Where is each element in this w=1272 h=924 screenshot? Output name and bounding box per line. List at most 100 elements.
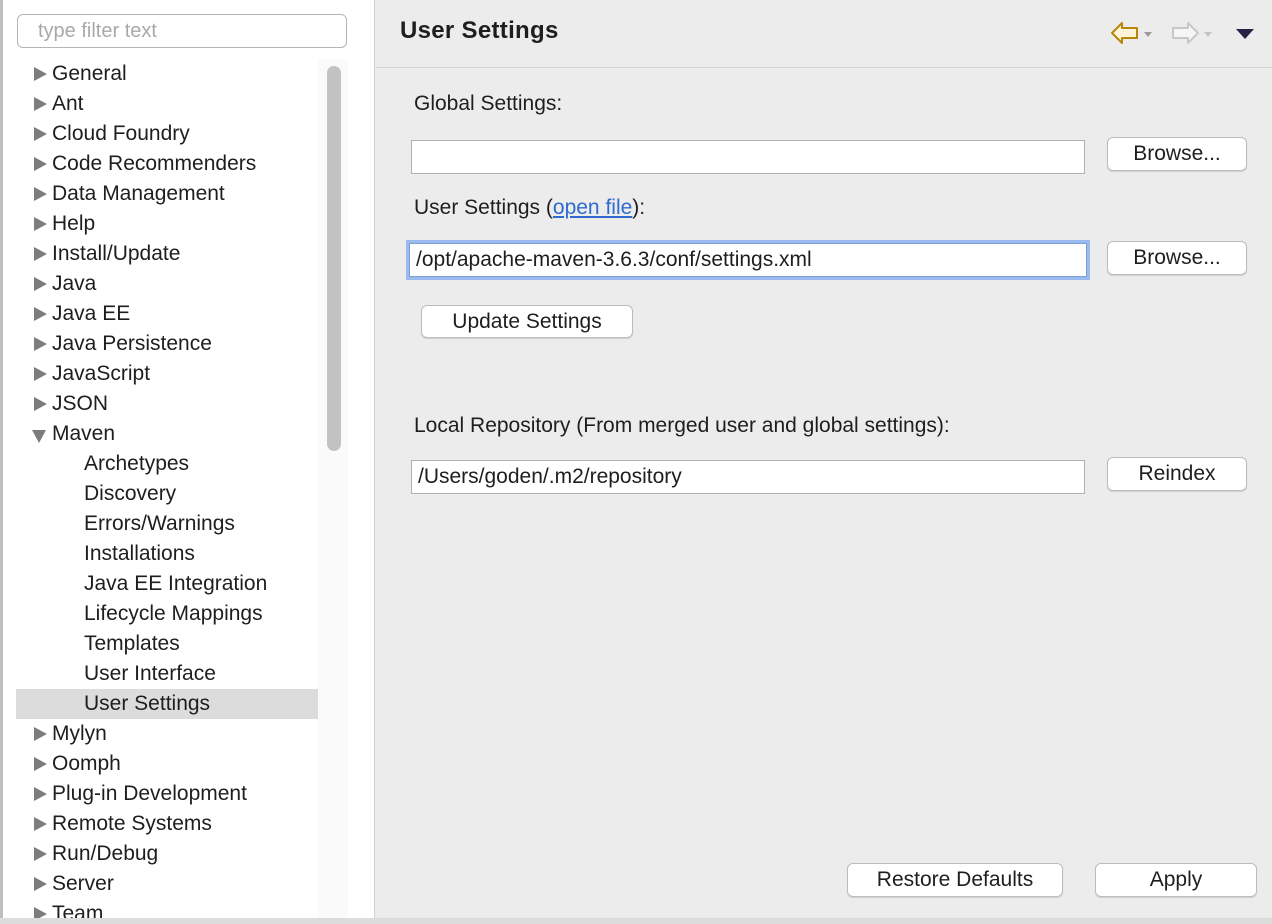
page-title: User Settings bbox=[400, 17, 559, 44]
collapsed-triangle-icon[interactable] bbox=[34, 367, 47, 381]
collapsed-triangle-icon[interactable] bbox=[34, 247, 47, 261]
tree-item[interactable]: Maven bbox=[16, 419, 318, 449]
preferences-navigation-pane: General Ant Cloud Foundry Code Recommenders… bbox=[0, 0, 375, 924]
tree-item-label: General bbox=[52, 62, 127, 85]
collapsed-triangle-icon[interactable] bbox=[34, 727, 47, 741]
collapsed-triangle-icon[interactable] bbox=[34, 337, 47, 351]
tree-item-label: Templates bbox=[84, 632, 180, 655]
collapsed-triangle-icon[interactable] bbox=[34, 217, 47, 231]
tree-item[interactable]: Ant bbox=[16, 89, 318, 119]
tree-item[interactable]: Help bbox=[16, 209, 318, 239]
global-settings-field[interactable] bbox=[411, 140, 1085, 174]
collapsed-triangle-icon[interactable] bbox=[34, 187, 47, 201]
tree-item-label: JSON bbox=[52, 392, 109, 415]
tree-item-label: Java bbox=[52, 272, 97, 295]
tree-item[interactable]: Discovery bbox=[16, 479, 318, 509]
tree-item[interactable]: Data Management bbox=[16, 179, 318, 209]
tree-item[interactable]: Remote Systems bbox=[16, 809, 318, 839]
tree-item[interactable]: User Settings bbox=[16, 689, 318, 719]
tree-item-label: Plug-in Development bbox=[52, 782, 247, 805]
tree-item[interactable]: Java Persistence bbox=[16, 329, 318, 359]
tree-item-label: User Settings bbox=[84, 692, 211, 715]
back-history-dropdown-icon[interactable] bbox=[1144, 32, 1152, 37]
collapsed-triangle-icon[interactable] bbox=[34, 307, 47, 321]
local-repository-label: Local Repository (From merged user and g… bbox=[414, 414, 950, 437]
tree-item-label: Java Persistence bbox=[52, 332, 212, 355]
collapsed-triangle-icon[interactable] bbox=[34, 97, 47, 111]
tree-item[interactable]: Archetypes bbox=[16, 449, 318, 479]
tree-item[interactable]: User Interface bbox=[16, 659, 318, 689]
window-border bbox=[0, 0, 3, 924]
global-settings-label: Global Settings: bbox=[414, 92, 563, 115]
collapsed-triangle-icon[interactable] bbox=[34, 757, 47, 771]
tree-item-label: Java EE bbox=[52, 302, 131, 325]
user-settings-field[interactable]: /opt/apache-maven-3.6.3/conf/settings.xm… bbox=[409, 243, 1087, 277]
expanded-triangle-icon[interactable] bbox=[32, 430, 46, 443]
user-browse-button[interactable]: Browse... bbox=[1107, 241, 1247, 275]
collapsed-triangle-icon[interactable] bbox=[34, 787, 47, 801]
tree-item[interactable]: Install/Update bbox=[16, 239, 318, 269]
page-header: User Settings bbox=[376, 0, 1272, 68]
collapsed-triangle-icon[interactable] bbox=[34, 277, 47, 291]
reindex-button[interactable]: Reindex bbox=[1107, 457, 1247, 491]
tree-item-label: Oomph bbox=[52, 752, 121, 775]
local-repository-field: /Users/goden/.m2/repository bbox=[411, 460, 1085, 494]
collapsed-triangle-icon[interactable] bbox=[34, 67, 47, 81]
global-browse-button[interactable]: Browse... bbox=[1107, 137, 1247, 171]
forward-history-dropdown-icon[interactable] bbox=[1204, 32, 1212, 37]
tree-item[interactable]: Code Recommenders bbox=[16, 149, 318, 179]
tree-item[interactable]: Java bbox=[16, 269, 318, 299]
tree-item-label: Lifecycle Mappings bbox=[84, 602, 263, 625]
tree-item[interactable]: Templates bbox=[16, 629, 318, 659]
tree-item-label: Mylyn bbox=[52, 722, 107, 745]
tree-item[interactable]: Installations bbox=[16, 539, 318, 569]
window-bottom-border bbox=[0, 918, 1272, 924]
tree-item-label: Server bbox=[52, 872, 114, 895]
collapsed-triangle-icon[interactable] bbox=[34, 847, 47, 861]
update-settings-button[interactable]: Update Settings bbox=[421, 305, 633, 338]
preferences-tree: General Ant Cloud Foundry Code Recommenders… bbox=[16, 59, 318, 924]
back-arrow-icon[interactable] bbox=[1110, 20, 1140, 46]
tree-item[interactable]: Plug-in Development bbox=[16, 779, 318, 809]
tree-item-label: Java EE Integration bbox=[84, 572, 268, 595]
tree-item-label: Maven bbox=[52, 422, 116, 445]
user-settings-label-suffix: ): bbox=[632, 196, 646, 219]
tree-item-label: User Interface bbox=[84, 662, 216, 685]
tree-item-label: Data Management bbox=[52, 182, 225, 205]
collapsed-triangle-icon[interactable] bbox=[34, 877, 47, 891]
collapsed-triangle-icon[interactable] bbox=[34, 157, 47, 171]
tree-item[interactable]: Server bbox=[16, 869, 318, 899]
tree-item[interactable]: Java EE bbox=[16, 299, 318, 329]
tree-item-label: Help bbox=[52, 212, 96, 235]
tree-item[interactable]: Cloud Foundry bbox=[16, 119, 318, 149]
collapsed-triangle-icon[interactable] bbox=[34, 127, 47, 141]
tree-item[interactable]: JSON bbox=[16, 389, 318, 419]
tree-item[interactable]: Run/Debug bbox=[16, 839, 318, 869]
collapsed-triangle-icon[interactable] bbox=[34, 397, 47, 411]
preference-page: User Settings Global Settings: Browse...… bbox=[376, 0, 1272, 924]
user-settings-label: User Settings (open file): bbox=[414, 195, 645, 221]
tree-item[interactable]: General bbox=[16, 59, 318, 89]
view-menu-icon[interactable] bbox=[1236, 29, 1254, 39]
tree-item-label: Errors/Warnings bbox=[84, 512, 235, 535]
tree-item-label: Discovery bbox=[84, 482, 177, 505]
tree-item[interactable]: Java EE Integration bbox=[16, 569, 318, 599]
collapsed-triangle-icon[interactable] bbox=[34, 817, 47, 831]
tree-item-label: Install/Update bbox=[52, 242, 181, 265]
tree-item[interactable]: Errors/Warnings bbox=[16, 509, 318, 539]
tree-item[interactable]: Mylyn bbox=[16, 719, 318, 749]
restore-defaults-button[interactable]: Restore Defaults bbox=[847, 863, 1063, 897]
forward-arrow-icon[interactable] bbox=[1170, 20, 1200, 46]
filter-input[interactable] bbox=[17, 14, 347, 48]
tree-item-label: Code Recommenders bbox=[52, 152, 257, 175]
tree-item[interactable]: JavaScript bbox=[16, 359, 318, 389]
tree-item-label: Installations bbox=[84, 542, 195, 565]
user-settings-label-prefix: User Settings ( bbox=[414, 196, 553, 219]
tree-item-label: JavaScript bbox=[52, 362, 151, 385]
tree-item-label: Ant bbox=[52, 92, 84, 115]
tree-item[interactable]: Oomph bbox=[16, 749, 318, 779]
apply-button[interactable]: Apply bbox=[1095, 863, 1257, 897]
open-file-link[interactable]: open file bbox=[553, 196, 632, 219]
tree-scrollbar-thumb[interactable] bbox=[327, 66, 341, 451]
tree-item[interactable]: Lifecycle Mappings bbox=[16, 599, 318, 629]
